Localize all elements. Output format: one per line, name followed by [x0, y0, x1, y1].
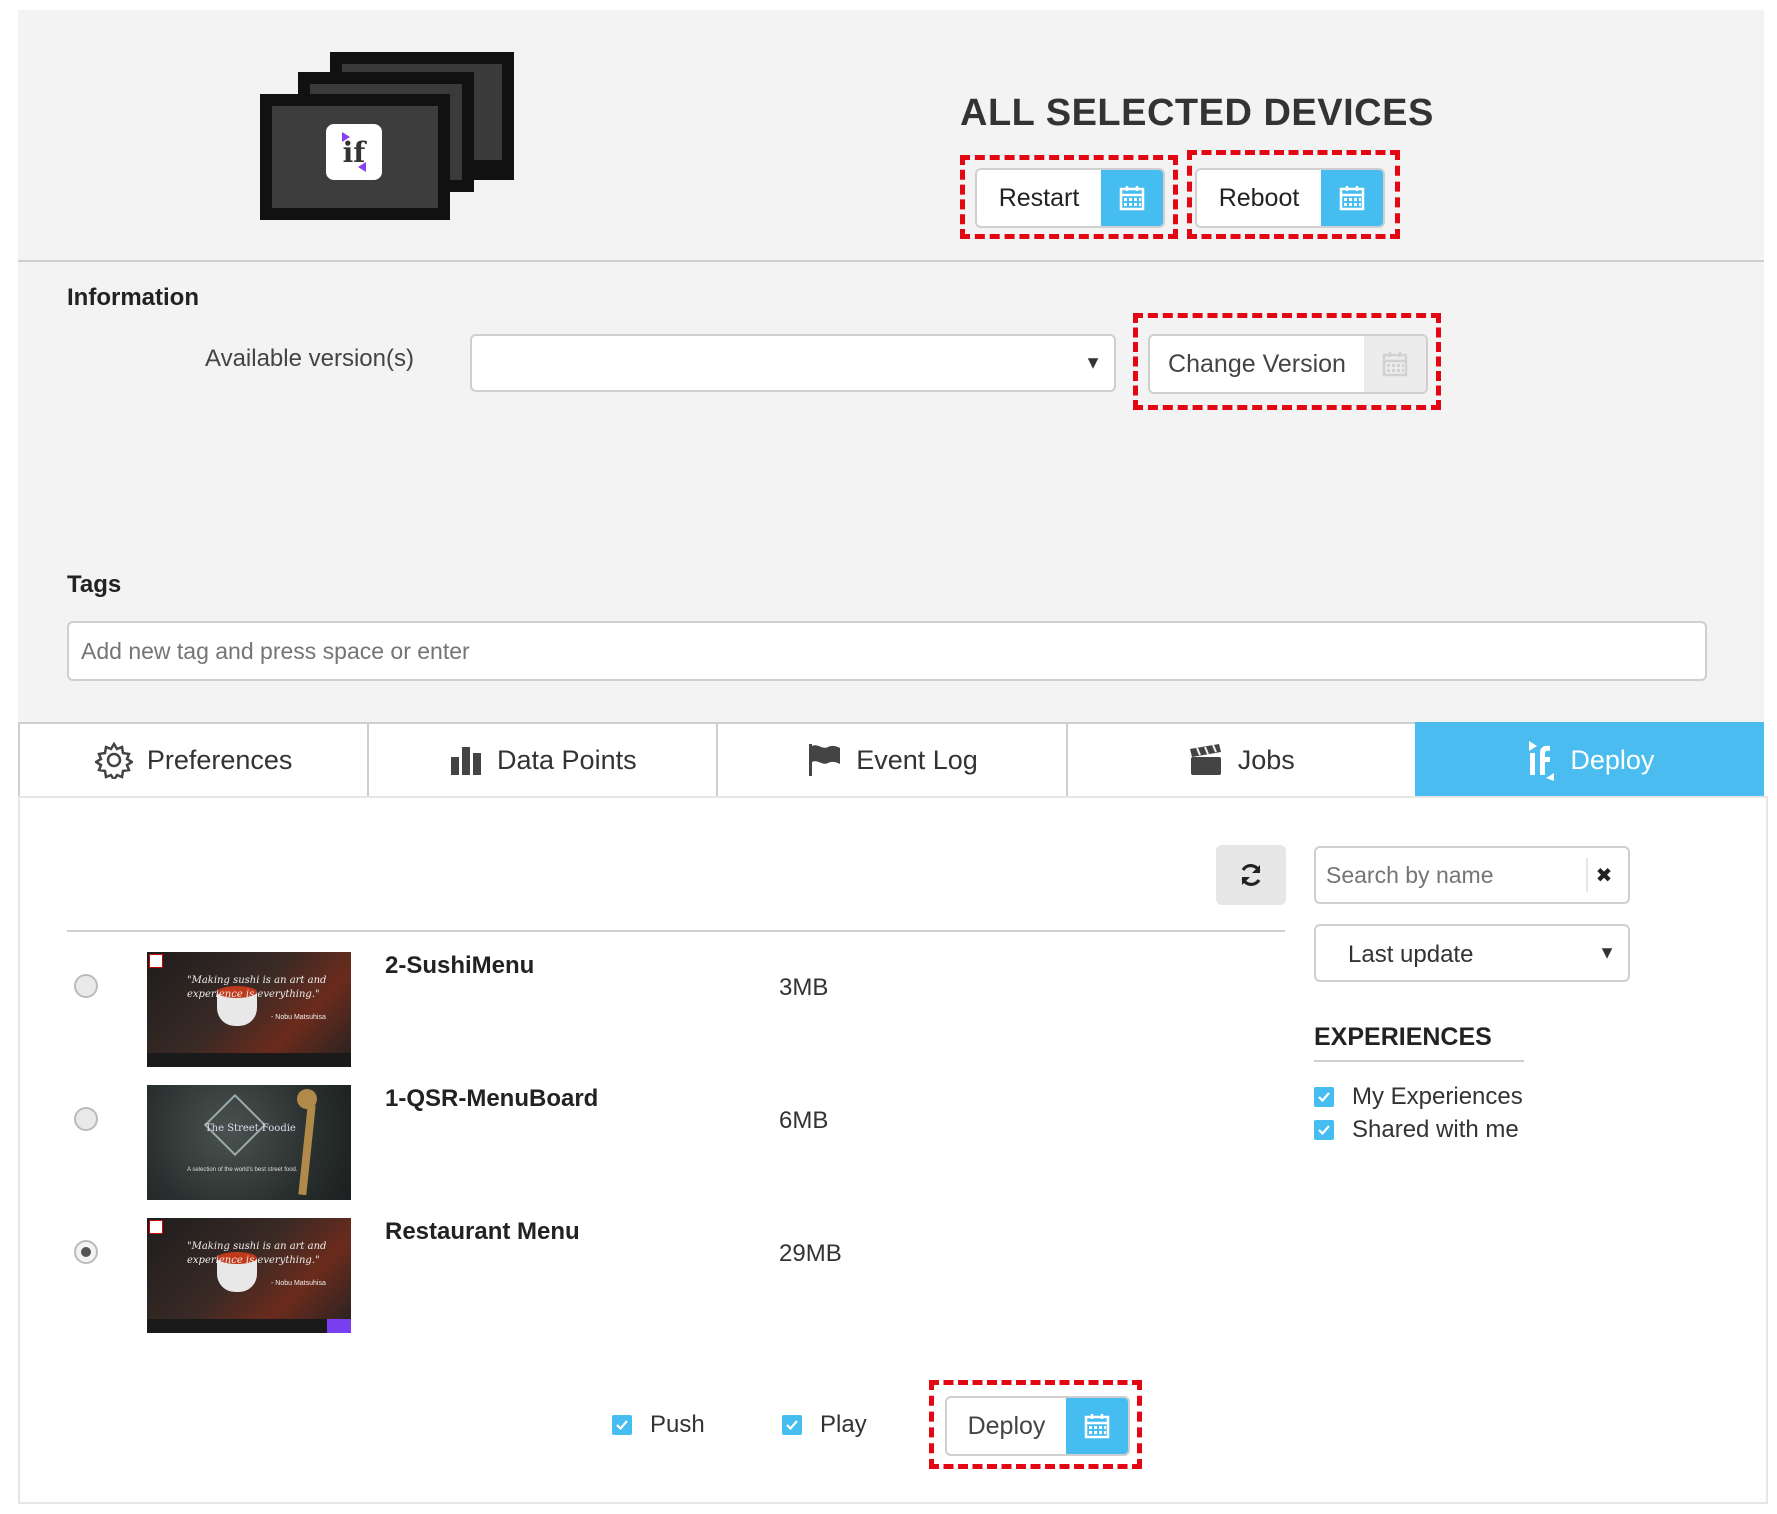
- tab-label: Event Log: [856, 744, 978, 775]
- experience-name: 1-QSR-MenuBoard: [385, 1085, 599, 1112]
- refresh-button[interactable]: [1216, 845, 1286, 905]
- experience-name: Restaurant Menu: [385, 1218, 580, 1245]
- thumbnail-caption: "Making sushi is an art and experience i…: [187, 975, 327, 1000]
- list-divider: [67, 930, 1285, 932]
- thumbnail-author: A selection of the world's best street f…: [187, 1167, 298, 1173]
- checkbox-checked-icon[interactable]: [1314, 1120, 1334, 1140]
- select-radio[interactable]: [74, 1107, 98, 1131]
- select-radio[interactable]: [74, 1240, 98, 1264]
- filter-my-experiences[interactable]: My Experiences: [1314, 1083, 1523, 1111]
- experience-thumbnail: "Making sushi is an art and experience i…: [147, 952, 351, 1067]
- experience-thumbnail: The Street Foodie A selection of the wor…: [147, 1085, 351, 1200]
- tab-event-log[interactable]: Event Log: [716, 722, 1066, 798]
- tags-input[interactable]: [67, 621, 1707, 681]
- change-version-button[interactable]: Change Version: [1148, 334, 1428, 394]
- tab-label: Deploy: [1570, 744, 1655, 775]
- play-label: Play: [820, 1411, 867, 1438]
- tags-section-title: Tags: [67, 571, 122, 598]
- search-box: ✖: [1314, 846, 1630, 904]
- clapperboard-icon: [1189, 744, 1221, 775]
- tab-data-points[interactable]: Data Points: [367, 722, 717, 798]
- push-label: Push: [650, 1411, 705, 1438]
- tab-label: Preferences: [146, 744, 293, 775]
- tab-deploy[interactable]: Deploy: [1414, 722, 1765, 798]
- caret-down-icon: ▼: [1598, 942, 1616, 963]
- calendar-icon[interactable]: [1101, 170, 1163, 226]
- calendar-icon[interactable]: [1066, 1398, 1128, 1454]
- thumbnail-author: - Nobu Matsuhisa: [271, 1014, 326, 1021]
- reboot-button[interactable]: Reboot: [1195, 168, 1385, 228]
- checkbox-checked-icon[interactable]: [612, 1415, 632, 1435]
- thumbnail-author: - Nobu Matsuhisa: [271, 1280, 326, 1287]
- filter-shared-with-me[interactable]: Shared with me: [1314, 1116, 1519, 1144]
- experience-size: 6MB: [779, 1107, 829, 1134]
- devices-stack-icon: if: [260, 52, 514, 220]
- checkbox-checked-icon[interactable]: [782, 1415, 802, 1435]
- experiences-title: EXPERIENCES: [1314, 1023, 1492, 1051]
- reboot-label: Reboot: [1218, 183, 1300, 212]
- tab-preferences[interactable]: Preferences: [18, 722, 368, 798]
- checkbox-checked-icon[interactable]: [1314, 1087, 1334, 1107]
- list-item[interactable]: The Street Foodie A selection of the wor…: [67, 1083, 1285, 1203]
- play-checkbox[interactable]: Play: [782, 1411, 867, 1439]
- gear-icon: [94, 741, 133, 779]
- page-title: ALL SELECTED DEVICES: [960, 92, 1434, 134]
- restart-label: Restart: [998, 183, 1080, 212]
- flag-icon: [809, 744, 841, 776]
- calendar-icon[interactable]: [1321, 170, 1383, 226]
- experience-name: 2-SushiMenu: [385, 952, 535, 979]
- device-tabs: Preferences Data Points Event Log Jobs D…: [18, 722, 1765, 798]
- sort-select[interactable]: Last update ▼: [1314, 924, 1630, 982]
- available-versions-select[interactable]: ▼: [470, 334, 1116, 392]
- select-radio[interactable]: [74, 974, 98, 998]
- restart-button[interactable]: Restart: [975, 168, 1165, 228]
- caret-down-icon: ▼: [1084, 352, 1102, 373]
- information-section-title: Information: [67, 284, 199, 311]
- tab-label: Jobs: [1237, 744, 1295, 775]
- sort-selected-value: Last update: [1348, 941, 1474, 968]
- clear-icon[interactable]: ✖: [1586, 858, 1620, 892]
- list-item[interactable]: "Making sushi is an art and experience i…: [67, 950, 1285, 1070]
- thumbnail-caption: "Making sushi is an art and experience i…: [187, 1241, 327, 1266]
- bar-chart-icon: [451, 747, 482, 775]
- deploy-label: Deploy: [967, 1411, 1046, 1440]
- if-logo-icon: [1529, 741, 1555, 781]
- experience-size: 3MB: [779, 974, 829, 1001]
- experience-thumbnail: "Making sushi is an art and experience i…: [147, 1218, 351, 1333]
- if-logo-icon: if: [326, 124, 382, 180]
- refresh-icon: [1241, 864, 1261, 886]
- tab-jobs[interactable]: Jobs: [1065, 722, 1415, 798]
- filter-label: Shared with me: [1352, 1116, 1519, 1143]
- available-versions-label: Available version(s): [205, 345, 414, 372]
- experience-size: 29MB: [779, 1240, 842, 1267]
- push-checkbox[interactable]: Push: [612, 1411, 705, 1439]
- calendar-icon[interactable]: [1364, 336, 1426, 392]
- thumbnail-caption: The Street Foodie: [205, 1123, 296, 1134]
- filter-label: My Experiences: [1352, 1083, 1523, 1110]
- list-item[interactable]: "Making sushi is an art and experience i…: [67, 1216, 1285, 1336]
- deploy-button[interactable]: Deploy: [945, 1396, 1130, 1456]
- experiences-title-underline: [1314, 1060, 1524, 1062]
- tab-label: Data Points: [497, 744, 637, 775]
- change-version-label: Change Version: [1168, 349, 1346, 378]
- search-input[interactable]: [1316, 848, 1586, 902]
